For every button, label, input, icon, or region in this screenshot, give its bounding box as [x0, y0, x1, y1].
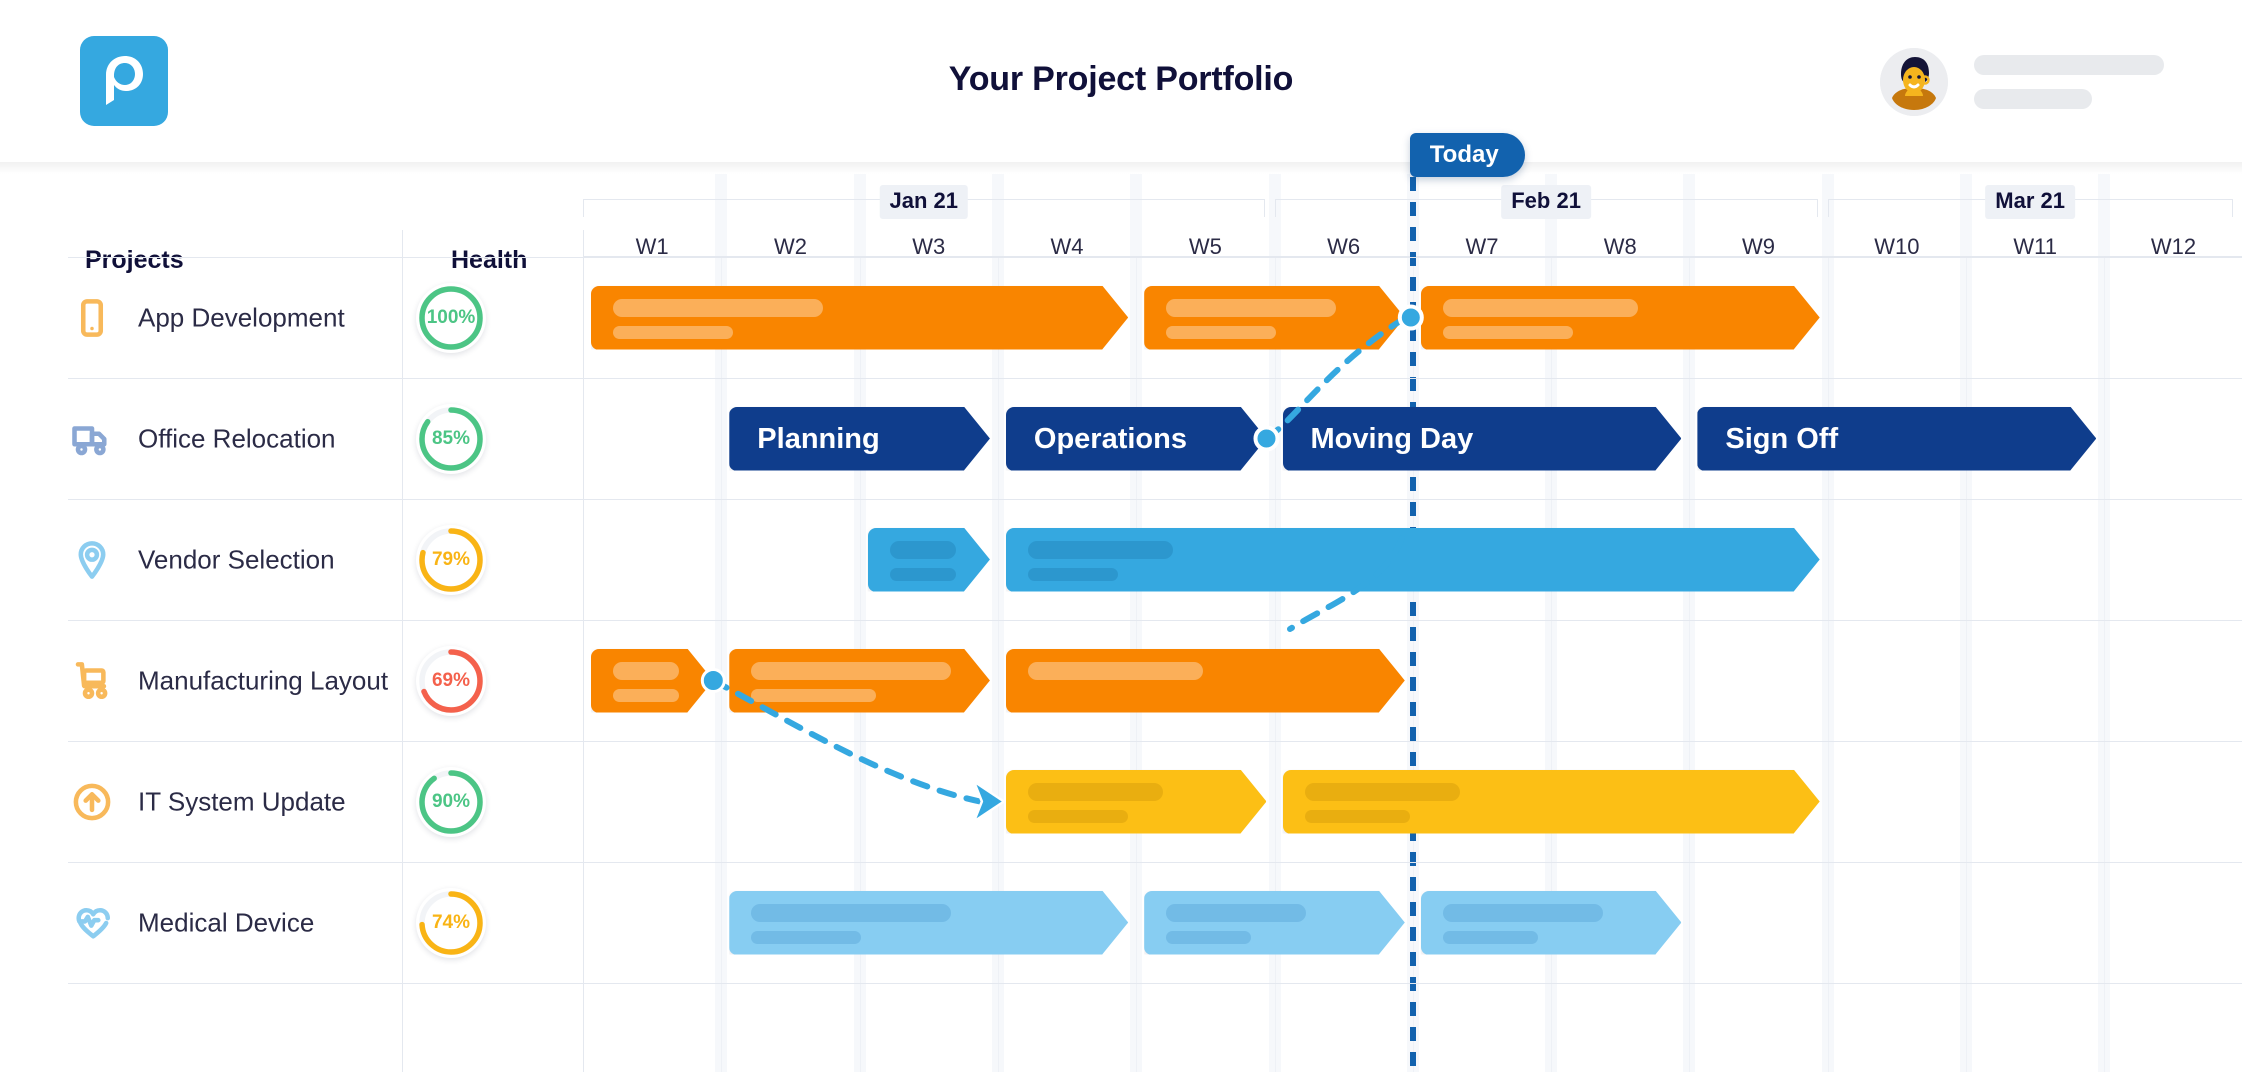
health-ring[interactable]: 90% [416, 766, 486, 837]
gantt-bar-placeholder-line [1028, 541, 1173, 559]
gantt-bar[interactable] [591, 286, 1128, 350]
delivery-truck-icon [70, 417, 114, 461]
project-name: Manufacturing Layout [138, 665, 389, 695]
gantt-bar-placeholder-line [1166, 326, 1276, 339]
gantt-bar-placeholder-line [1305, 810, 1410, 823]
gantt-bar[interactable]: Operations [1006, 407, 1267, 471]
gantt-bar-placeholder-line [1028, 568, 1118, 581]
gantt-bar-placeholder-line [890, 568, 956, 581]
project-row[interactable]: Office Relocation 85% Planning Operations Mo… [0, 378, 2242, 499]
header-shadow [0, 162, 2242, 174]
gantt-bar-placeholder-line [751, 689, 876, 702]
gantt-bar-placeholder-line [1028, 810, 1128, 823]
user-line-primary [1974, 55, 2164, 75]
gantt-bar[interactable]: Sign Off [1697, 407, 2096, 471]
health-ring[interactable]: 74% [416, 887, 486, 958]
project-name: App Development [138, 302, 345, 332]
row-separator [68, 983, 2242, 984]
gantt-bar[interactable] [729, 891, 1128, 955]
gantt-bar-placeholder-line [1305, 783, 1460, 801]
gantt-bar-label: Sign Off [1725, 422, 1839, 455]
today-marker[interactable]: Today [1409, 133, 1525, 177]
gantt-bar[interactable] [729, 649, 990, 713]
health-ring[interactable]: 69% [416, 645, 486, 716]
month-tick-right [1816, 199, 1818, 217]
gantt-bar-placeholder-line [751, 662, 951, 680]
gantt-bar[interactable] [1144, 891, 1405, 955]
month-tick-right [1263, 199, 1265, 217]
gantt-bar-placeholder-line [1166, 299, 1336, 317]
month-tick-left [1274, 199, 1276, 217]
gantt-bar-placeholder-line [1028, 662, 1203, 680]
gantt-bar-label: Moving Day [1310, 422, 1474, 455]
health-value: 74% [431, 911, 471, 933]
health-value: 69% [431, 669, 471, 691]
health-ring[interactable]: 100% [416, 282, 486, 353]
health-value: 85% [431, 427, 471, 449]
gantt-bar-label: Planning [757, 422, 880, 455]
gantt-bar-placeholder-line [1443, 931, 1538, 944]
project-name: IT System Update [138, 786, 346, 816]
gantt-bar[interactable]: Planning [729, 407, 990, 471]
month-tick-left [1827, 199, 1829, 217]
gantt-bar-placeholder-line [1166, 904, 1306, 922]
gantt-bar[interactable]: Moving Day [1283, 407, 1682, 471]
gantt-bar[interactable] [591, 649, 713, 713]
project-row[interactable]: App Development 100% [0, 257, 2242, 378]
month-tick-right [2231, 199, 2233, 217]
gantt-bar-label: Operations [1033, 422, 1187, 455]
health-ring[interactable]: 85% [416, 403, 486, 474]
heartbeat-icon [70, 901, 114, 945]
gantt-bar-placeholder-line [613, 326, 733, 339]
health-value: 79% [431, 548, 471, 570]
upload-circle-icon [70, 780, 114, 824]
gantt-bar[interactable] [1421, 891, 1682, 955]
month-label: Mar 21 [1985, 185, 2075, 219]
gantt-bar-placeholder-line [613, 662, 679, 680]
month-label: Jan 21 [879, 185, 968, 219]
gantt-bar-placeholder-line [1443, 299, 1638, 317]
project-row[interactable]: IT System Update 90% [0, 741, 2242, 862]
gantt-bar-placeholder-line [1443, 904, 1603, 922]
hand-truck-icon [70, 659, 114, 703]
user-name-placeholder [1974, 55, 2164, 109]
gantt-bar[interactable] [1421, 286, 1820, 350]
gantt-bar[interactable] [868, 528, 990, 592]
gantt-bar[interactable] [1006, 528, 1820, 592]
gantt-bar-placeholder-line [890, 541, 956, 559]
project-row[interactable]: Medical Device 74% [0, 862, 2242, 983]
location-pin-icon [70, 538, 114, 582]
gantt-bar-placeholder-line [751, 904, 951, 922]
month-label: Feb 21 [1501, 185, 1591, 219]
health-ring[interactable]: 79% [416, 524, 486, 595]
project-name: Vendor Selection [138, 544, 335, 574]
user-profile[interactable] [1880, 46, 2164, 118]
gantt-bar[interactable] [1144, 286, 1405, 350]
app-header: Your Project Portfolio [0, 0, 2242, 162]
project-row[interactable]: Vendor Selection 79% [0, 499, 2242, 620]
gantt-board: Projects Health Jan 21 Feb 21 Mar 21 W1 W2 W3… [0, 133, 2242, 1072]
user-line-secondary [1974, 89, 2092, 109]
month-tick-left [583, 199, 584, 217]
gantt-bar-placeholder-line [1028, 783, 1163, 801]
user-avatar-icon [1880, 48, 1948, 116]
gantt-bar-placeholder-line [613, 689, 679, 702]
gantt-bar-placeholder-line [613, 299, 823, 317]
project-name: Office Relocation [138, 423, 336, 453]
avatar[interactable] [1880, 48, 1948, 116]
health-value: 100% [426, 306, 476, 328]
health-value: 90% [431, 790, 471, 812]
mobile-phone-icon [70, 296, 114, 340]
gantt-bar[interactable] [1006, 770, 1267, 834]
gantt-bar[interactable] [1283, 770, 1820, 834]
gantt-bar[interactable] [1006, 649, 1405, 713]
project-row[interactable]: Manufacturing Layout 69% [0, 620, 2242, 741]
gantt-bar-placeholder-line [751, 931, 861, 944]
gantt-bar-placeholder-line [1443, 326, 1573, 339]
project-name: Medical Device [138, 907, 315, 937]
gantt-bar-placeholder-line [1166, 931, 1251, 944]
